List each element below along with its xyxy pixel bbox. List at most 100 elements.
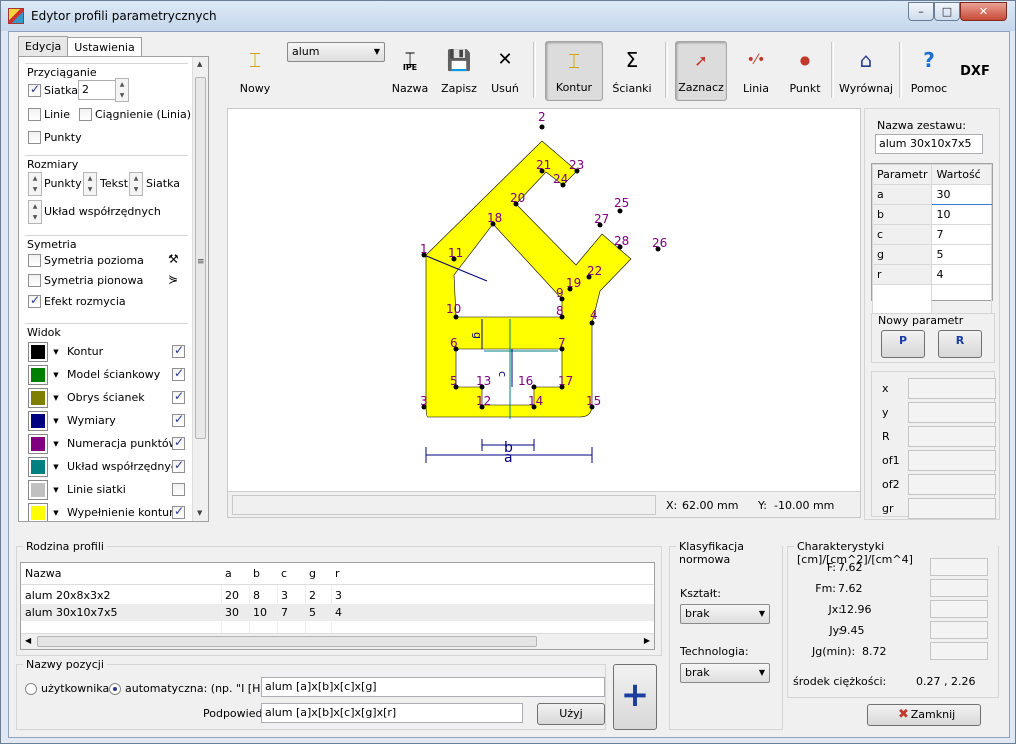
view-color-swatch[interactable] [28,411,48,431]
scroll-up-arrow[interactable]: ▲ [197,60,202,68]
profile-type-select[interactable]: alum [287,42,385,62]
grid-spinner[interactable]: ▲ ▼ [115,78,129,102]
param-row[interactable]: a 30 [871,184,992,205]
view-color-swatch[interactable] [28,342,48,362]
view-item-checkbox[interactable] [172,504,185,519]
auto-name-pattern-input[interactable]: alum [a]x[b]x[c]x[g] [261,677,605,697]
coords-size-spinner[interactable]: ▲ ▼ [28,200,42,224]
name-button[interactable]: ⌶ IPE Nazwa [391,41,429,101]
snap-drag-checkbox[interactable] [79,108,92,121]
view-item-checkbox[interactable] [172,458,185,473]
chevron-down-icon[interactable]: ▼ [49,342,63,362]
view-color-swatch[interactable] [28,480,48,500]
scroll-right-arrow[interactable]: ▶ [644,636,650,645]
add-profile-plus-button[interactable]: + [613,664,657,730]
param-value[interactable]: 10 [931,204,992,225]
field-input[interactable] [908,474,996,495]
points-size-spinner[interactable]: ▲ ▼ [28,172,42,196]
param-value[interactable]: 5 [931,244,992,265]
add-parameter-r-button[interactable]: R [938,330,982,358]
align-button[interactable]: ⌂ Wyrównaj [839,41,893,101]
view-color-swatch[interactable] [28,457,48,477]
scroll-left-arrow[interactable]: ◀ [25,636,31,645]
view-color-swatch[interactable] [28,388,48,408]
settings-scrollbar[interactable]: ▲ ≡ ▼ [192,57,208,521]
set-name-input[interactable]: alum 30x10x7x5 [875,134,983,154]
family-row[interactable]: alum 20x8x3x2 20 8 3 2 3 [21,587,654,604]
param-value[interactable]: 7 [931,224,992,245]
param-row[interactable]: r4 [871,264,992,285]
param-value[interactable]: 4 [931,264,992,285]
walls-button[interactable]: Σ Ścianki [609,41,655,101]
field-input[interactable] [908,378,996,399]
param-row[interactable]: c7 [871,224,992,245]
snap-points-checkbox[interactable] [28,131,41,144]
view-item-checkbox[interactable] [172,435,185,450]
params-grid: Parametr Wartość a 30 b 10 c 7 g 5 r 4 [871,163,993,317]
field-input[interactable] [908,426,996,447]
param-row[interactable]: b 10 [871,204,992,225]
family-group: Rodzina profili Nazwa a b c g r alum 20x8x3x2 2… [16,540,662,656]
maximize-button[interactable]: □ [934,2,960,21]
hint-input[interactable]: alum [a]x[b]x[c]x[g]x[r] [261,703,523,723]
select-tool-button[interactable]: ➚ Zaznacz [675,41,727,101]
chevron-down-icon[interactable]: ▼ [49,434,63,454]
grid-size-spinner[interactable]: ▲ ▼ [129,172,143,196]
param-value[interactable]: 30 [931,184,992,205]
chevron-down-icon[interactable]: ▼ [49,388,63,408]
user-naming-radio[interactable] [25,683,37,695]
line-tool-button[interactable]: •⁄• Linia [731,41,781,101]
sym-mirror-label: Efekt rozmycia [44,295,126,308]
grid-value-input[interactable]: 2 [78,80,116,100]
use-button[interactable]: Użyj [537,703,605,725]
sym-vertical-checkbox[interactable] [28,274,41,287]
view-item-checkbox[interactable] [172,483,185,496]
scroll-down-arrow[interactable]: ▼ [197,509,202,517]
view-item-checkbox[interactable] [172,343,185,358]
tab-ustawienia[interactable]: Ustawienia [67,37,142,58]
technology-select[interactable]: brak [680,663,770,683]
snap-lines-checkbox[interactable] [28,108,41,121]
point-marker[interactable] [539,124,545,130]
chevron-down-icon[interactable]: ▼ [49,480,63,500]
sym-vertical-icon: ⋟ [168,272,179,286]
view-item-checkbox[interactable] [172,412,185,427]
chevron-down-icon[interactable]: ▼ [49,365,63,385]
save-button[interactable]: 💾 Zapisz [439,41,479,101]
chevron-down-icon[interactable]: ▼ [49,411,63,431]
field-input[interactable] [908,498,996,519]
family-row[interactable]: alum 30x10x7x5 30 10 7 5 4 [21,604,654,621]
dxf-button[interactable]: DXF [955,41,995,101]
snap-grid-checkbox[interactable] [28,82,41,97]
minimize-button[interactable]: – [908,2,934,21]
tab-edycja[interactable]: Edycja [18,36,69,56]
point-number-label: 23 [569,158,584,172]
auto-naming-radio[interactable] [109,683,121,695]
text-size-spinner[interactable]: ▲ ▼ [83,172,97,196]
view-color-swatch[interactable] [28,365,48,385]
sym-mirror-checkbox[interactable] [28,293,41,308]
family-hscrollbar[interactable]: ◀ ▶ [21,633,654,649]
shape-select[interactable]: brak [680,604,770,624]
view-item-checkbox[interactable] [172,366,185,381]
view-item-checkbox[interactable] [172,389,185,404]
hscroll-thumb[interactable] [37,636,537,647]
chevron-down-icon[interactable]: ▼ [49,503,63,521]
add-parameter-p-button[interactable]: P [881,330,925,358]
view-color-swatch[interactable] [28,503,48,521]
profile-drawing[interactable]: a b c g 123456 7891011121314 1516 171819202… [228,109,860,489]
view-color-swatch[interactable] [28,434,48,454]
help-button[interactable]: ? Pomoc [909,41,949,101]
contour-button[interactable]: ⌶ Kontur [545,41,603,101]
point-tool-button[interactable]: ● Punkt [785,41,825,101]
chevron-down-icon[interactable]: ▼ [49,457,63,477]
field-input[interactable] [908,402,996,423]
close-window-button[interactable]: ✕ [960,2,1007,21]
sym-horizontal-checkbox[interactable] [28,254,41,267]
delete-button[interactable]: ✕ Usuń [487,41,523,101]
field-input[interactable] [908,450,996,471]
close-button[interactable]: ✖ Zamknij [867,704,981,726]
param-row[interactable]: g5 [871,244,992,265]
drawing-canvas[interactable]: a b c g 1 2 3 4 5 6 7 8 9 10 11 12 13 14 15 16 17 18 19 20 2… [227,108,861,518]
new-button[interactable]: ⌶ Nowy [231,41,279,101]
